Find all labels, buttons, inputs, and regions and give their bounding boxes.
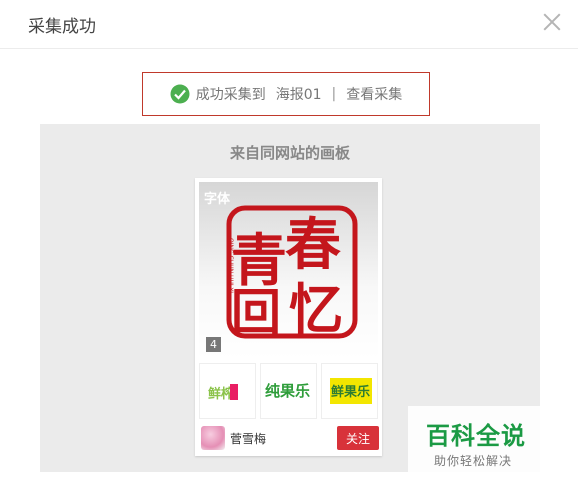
panel-title: 来自同网站的画板 — [229, 144, 350, 162]
check-circle-icon — [170, 84, 190, 104]
thumbnail-3[interactable]: 鲜果乐 — [321, 363, 378, 419]
board-cover[interactable]: 字体 青 春 回 忆 QING CHUN HUI YI 4 — [199, 182, 378, 359]
success-banner: 成功采集到 海报01 | 查看采集 — [142, 72, 430, 116]
cover-char-4: 忆 — [289, 278, 343, 341]
thumbnail-2[interactable]: 纯果乐 — [260, 363, 317, 419]
watermark-brand: 百科全说 — [426, 422, 526, 450]
close-icon[interactable] — [540, 10, 564, 34]
dialog-header: 采集成功 — [0, 0, 578, 49]
follow-button[interactable]: 关注 — [337, 426, 379, 450]
thumb-3-text: 鲜果乐 — [331, 384, 370, 400]
view-collection-link[interactable]: 查看采集 — [346, 84, 402, 104]
separator: | — [331, 86, 337, 102]
owner-name[interactable]: 菅雪梅 — [230, 430, 266, 447]
watermark-slogan: 助你轻松解决 — [434, 454, 513, 468]
avatar[interactable] — [201, 426, 225, 450]
success-message: 成功采集到 — [195, 87, 266, 103]
watermark-logo: 百科全说 助你轻松解决 — [408, 406, 558, 476]
board-link[interactable]: 海报01 — [276, 84, 322, 104]
dialog-title: 采集成功 — [28, 17, 96, 37]
cover-pinyin: QING CHUN HUI YI — [227, 238, 234, 293]
thumbnail-row: 鲜榨 纯果乐 鲜果乐 — [199, 363, 378, 419]
cover-char-2: 春 — [285, 213, 341, 278]
pin-count-badge: 4 — [206, 337, 221, 352]
board-card[interactable]: 字体 青 春 回 忆 QING CHUN HUI YI 4 鲜榨 纯果乐 鲜果乐 — [195, 178, 382, 456]
thumb-2-text: 纯果乐 — [265, 382, 310, 400]
thumbnail-1[interactable]: 鲜榨 — [199, 363, 256, 419]
cover-char-3: 回 — [231, 284, 281, 342]
cover-artwork: 青 春 回 忆 QING CHUN HUI YI — [226, 205, 358, 342]
board-owner: 菅雪梅 — [201, 424, 266, 452]
